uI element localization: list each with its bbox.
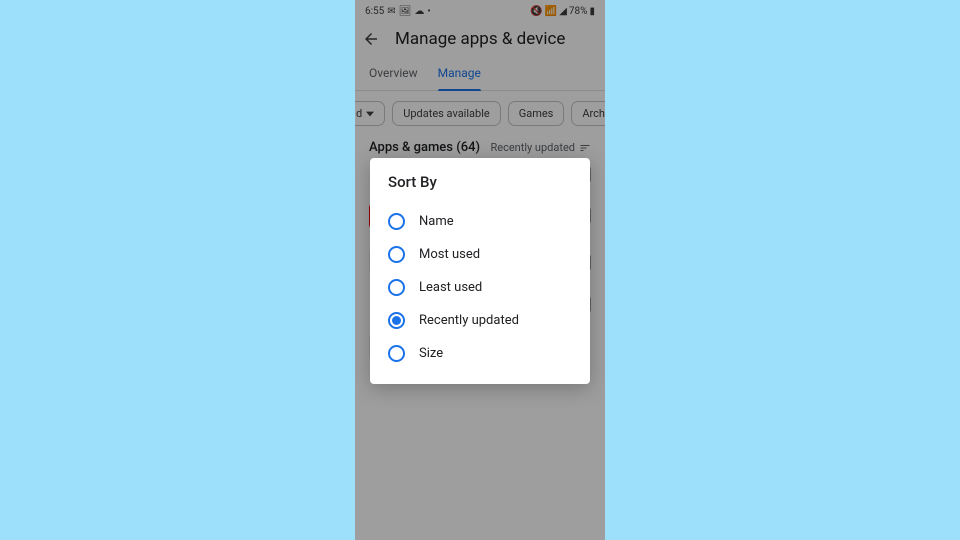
sort-option-name[interactable]: Name	[388, 205, 572, 238]
sort-option-most-used[interactable]: Most used	[388, 238, 572, 271]
sort-option-least-used[interactable]: Least used	[388, 271, 572, 304]
radio-icon	[388, 246, 405, 263]
radio-icon	[388, 345, 405, 362]
radio-icon	[388, 213, 405, 230]
dialog-title: Sort By	[388, 173, 572, 191]
radio-icon-selected	[388, 312, 405, 329]
sort-option-recently-updated[interactable]: Recently updated	[388, 304, 572, 337]
radio-icon	[388, 279, 405, 296]
sort-by-dialog: Sort By Name Most used Least used Recent…	[370, 158, 590, 384]
phone-frame: 6:55 ✉ 🖼 ☁ • 🔇 📶 ◢ 78% ▮ Manage apps & d…	[355, 0, 605, 540]
sort-option-size[interactable]: Size	[388, 337, 572, 370]
